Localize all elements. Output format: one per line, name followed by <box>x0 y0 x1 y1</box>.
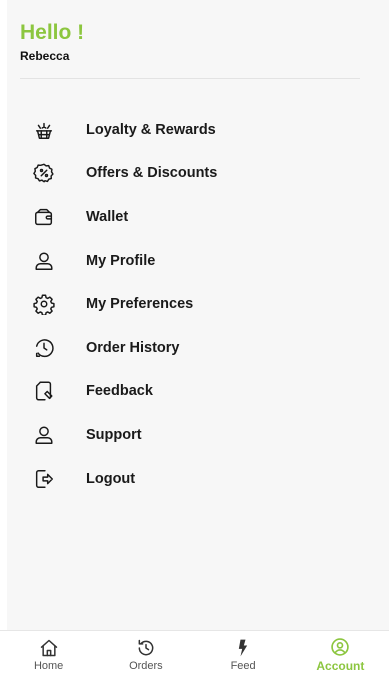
feedback-icon <box>33 380 55 402</box>
history-icon <box>33 337 55 359</box>
wallet-icon <box>33 206 55 228</box>
nav-item-feed[interactable]: Feed <box>195 631 292 679</box>
menu-item-label: Feedback <box>86 383 153 400</box>
discount-badge-icon <box>33 162 55 184</box>
menu-item-loyalty-rewards[interactable]: Loyalty & Rewards <box>0 108 389 152</box>
nav-item-account[interactable]: Account <box>292 631 389 679</box>
nav-label-feed: Feed <box>230 660 256 672</box>
menu-item-label: Support <box>86 426 142 443</box>
account-menu: Loyalty & Rewards Offers & Discounts Wal… <box>0 108 389 500</box>
menu-item-my-profile[interactable]: My Profile <box>0 239 389 283</box>
greeting-header: Hello ! Rebecca <box>20 20 84 63</box>
nav-label-orders: Orders <box>129 660 163 672</box>
menu-item-label: Logout <box>86 470 136 487</box>
support-user-icon <box>33 424 55 446</box>
gear-icon <box>33 293 55 316</box>
account-icon <box>330 637 350 657</box>
user-icon <box>33 250 55 272</box>
nav-item-home[interactable]: Home <box>0 631 97 679</box>
menu-item-label: Order History <box>86 339 180 356</box>
menu-item-logout[interactable]: Logout <box>0 457 389 501</box>
menu-item-support[interactable]: Support <box>0 413 389 457</box>
gift-rewards-icon <box>33 119 55 141</box>
menu-item-label: Loyalty & Rewards <box>86 121 216 138</box>
menu-item-offers-discounts[interactable]: Offers & Discounts <box>0 152 389 196</box>
logout-icon <box>33 468 55 490</box>
menu-item-feedback[interactable]: Feedback <box>0 370 389 414</box>
orders-history-icon <box>136 638 156 658</box>
home-icon <box>39 638 59 658</box>
username: Rebecca <box>20 49 70 63</box>
header-divider <box>20 78 360 79</box>
menu-item-label: Wallet <box>86 208 129 225</box>
nav-label-account: Account <box>316 659 365 673</box>
nav-item-orders[interactable]: Orders <box>97 631 194 679</box>
menu-item-label: My Preferences <box>86 296 194 313</box>
menu-item-label: My Profile <box>86 252 156 269</box>
menu-item-order-history[interactable]: Order History <box>0 326 389 370</box>
menu-item-wallet[interactable]: Wallet <box>0 195 389 239</box>
nav-label-home: Home <box>33 660 64 672</box>
greeting-title: Hello ! <box>20 21 85 44</box>
menu-item-my-preferences[interactable]: My Preferences <box>0 282 389 326</box>
bottom-nav: Home Orders Feed Account <box>0 630 389 679</box>
menu-item-label: Offers & Discounts <box>86 165 218 182</box>
account-screen: Hello ! Rebecca Loyalty & Rewards Offers… <box>0 0 389 679</box>
lightning-icon <box>233 638 253 658</box>
